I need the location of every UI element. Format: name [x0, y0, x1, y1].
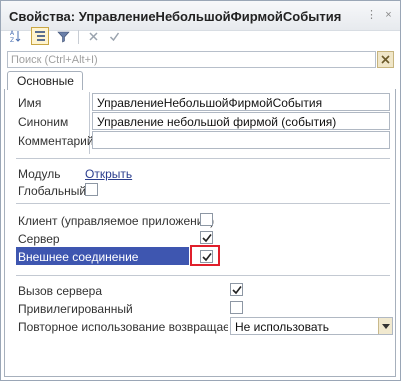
delete-icon[interactable] — [84, 27, 102, 45]
global-label: Глобальный — [18, 184, 87, 198]
properties-window: Свойства: УправлениеНебольшойФирмойСобыт… — [0, 0, 401, 381]
section-divider — [16, 203, 390, 204]
window-title: Свойства: УправлениеНебольшойФирмойСобыт… — [9, 9, 342, 24]
synonym-field[interactable]: Управление небольшой фирмой (события) — [92, 112, 390, 130]
toolbar-separator — [78, 30, 79, 44]
privileged-checkbox[interactable] — [230, 301, 243, 314]
dropdown-arrow-icon[interactable] — [378, 318, 392, 334]
section-divider — [16, 275, 390, 276]
search-input[interactable] — [7, 51, 376, 68]
reuse-return-values-label: Повторное использование возвращаемых зна… — [18, 320, 228, 334]
clear-search-icon[interactable] — [377, 51, 394, 68]
server-checkbox[interactable] — [200, 231, 213, 244]
red-highlight-marker — [190, 245, 220, 266]
close-icon[interactable]: × — [382, 9, 395, 22]
server-call-label: Вызов сервера — [18, 284, 102, 298]
client-label: Клиент (управляемое приложение) — [18, 214, 215, 228]
svg-text:A: A — [10, 30, 15, 37]
menu-icon[interactable]: ⋮ — [365, 9, 378, 22]
server-call-checkbox[interactable] — [230, 283, 243, 296]
categories-view-icon[interactable] — [31, 27, 49, 45]
server-label: Сервер — [18, 232, 60, 246]
comment-label: Комментарий — [18, 134, 94, 148]
section-divider — [16, 158, 390, 159]
external-connection-label: Внешнее соединение — [18, 250, 139, 264]
client-checkbox[interactable] — [200, 213, 213, 226]
tab-main[interactable]: Основные — [7, 71, 83, 90]
comment-field[interactable] — [92, 131, 390, 149]
privileged-label: Привилегированный — [18, 302, 133, 316]
filter-icon[interactable] — [54, 27, 72, 45]
name-label: Имя — [18, 96, 42, 110]
name-field[interactable]: УправлениеНебольшойФирмойСобытия — [92, 93, 390, 111]
open-module-link[interactable]: Открыть — [85, 167, 132, 181]
module-label: Модуль — [18, 167, 61, 181]
toolbar: AZ — [1, 27, 400, 47]
check-icon — [201, 233, 212, 242]
reuse-select-value: Не использовать — [235, 320, 329, 334]
sort-alpha-icon[interactable]: AZ — [7, 27, 25, 45]
svg-text:Z: Z — [10, 37, 14, 43]
search-row — [7, 51, 394, 68]
check-icon — [231, 285, 242, 294]
synonym-label: Синоним — [18, 115, 69, 129]
apply-check-icon[interactable] — [105, 27, 123, 45]
global-checkbox[interactable] — [85, 183, 98, 196]
reuse-select[interactable]: Не использовать — [230, 317, 393, 335]
